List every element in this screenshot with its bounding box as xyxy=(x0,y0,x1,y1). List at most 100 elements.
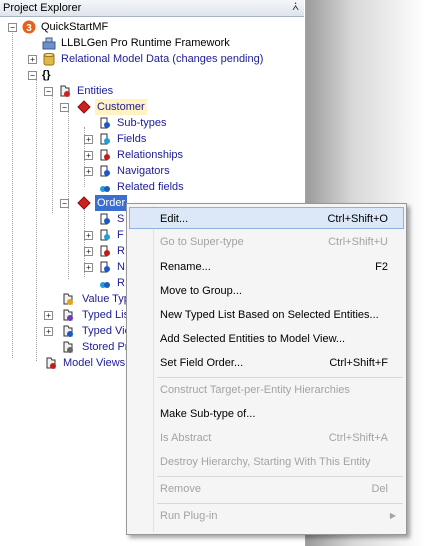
subtypes-icon xyxy=(98,116,112,130)
subtypes-icon xyxy=(98,212,112,226)
menu-item-construct-hierarchies[interactable]: Construct Target-per-Entity Hierarchies xyxy=(129,379,404,401)
expand-icon[interactable]: + xyxy=(84,167,93,176)
menu-item-label: New Typed List Based on Selected Entitie… xyxy=(160,309,379,321)
relationships-icon xyxy=(98,244,112,258)
menu-item-move-to-group[interactable]: Move to Group... xyxy=(129,280,404,302)
relationships-icon xyxy=(98,148,112,162)
collapse-icon[interactable]: − xyxy=(44,87,53,96)
menu-separator xyxy=(157,377,403,378)
navigators-icon xyxy=(98,164,112,178)
database-icon xyxy=(42,52,56,66)
relational-model-label: Relational Model Data (changes pending) xyxy=(61,53,264,65)
tree-node-fields[interactable]: + Fields xyxy=(0,131,300,147)
entities-folder-icon xyxy=(58,84,72,98)
navigators-label: Navigators xyxy=(117,165,170,177)
expand-icon[interactable]: + xyxy=(28,55,37,64)
panel-title: Project Explorer xyxy=(3,2,82,14)
menu-item-run-plugin[interactable]: Run Plug-in ▶ xyxy=(129,505,404,527)
model-views-label: Model Views xyxy=(63,357,126,369)
menu-item-new-typed-list[interactable]: New Typed List Based on Selected Entitie… xyxy=(129,304,404,326)
entities-label: Entities xyxy=(77,85,114,97)
expand-icon[interactable]: + xyxy=(44,311,53,320)
fields-icon xyxy=(98,228,112,242)
tree-node-related-fields[interactable]: Related fields xyxy=(0,179,300,195)
value-types-label: Value Typ xyxy=(82,293,130,305)
menu-item-edit[interactable]: Edit... Ctrl+Shift+O xyxy=(129,207,404,229)
menu-separator xyxy=(157,476,403,477)
order-child-label: N xyxy=(117,261,125,273)
tree-node-subtypes[interactable]: Sub-types xyxy=(0,115,300,131)
expand-icon[interactable]: + xyxy=(44,327,53,336)
expand-icon[interactable]: + xyxy=(84,263,93,272)
menu-item-shortcut: Ctrl+Shift+F xyxy=(329,357,388,369)
panel-titlebar: Project Explorer ⩑ xyxy=(0,0,304,17)
menu-item-label: Rename... xyxy=(160,261,211,273)
subtypes-label: Sub-types xyxy=(117,117,167,129)
order-child-label: S xyxy=(117,213,125,225)
menu-item-remove[interactable]: Remove Del xyxy=(129,478,404,500)
pin-icon[interactable]: ⩑ xyxy=(292,1,299,14)
stored-procedures-label: Stored Pr xyxy=(82,341,129,353)
tree-node-relational-model[interactable]: + Relational Model Data (changes pending… xyxy=(0,51,300,67)
expand-icon[interactable]: + xyxy=(84,151,93,160)
menu-item-label: Remove xyxy=(160,483,201,495)
menu-item-label: Run Plug-in xyxy=(160,510,218,522)
menu-item-set-field-order[interactable]: Set Field Order... Ctrl+Shift+F xyxy=(129,352,404,374)
tree-node-navigators[interactable]: + Navigators xyxy=(0,163,300,179)
expand-icon[interactable]: + xyxy=(84,135,93,144)
menu-item-shortcut: Ctrl+Shift+O xyxy=(327,213,388,225)
typed-lists-label: Typed Lis xyxy=(82,309,130,321)
related-fields-icon xyxy=(98,180,112,194)
svg-text:3: 3 xyxy=(26,23,32,34)
related-fields-label: Related fields xyxy=(117,181,184,193)
menu-item-label: Move to Group... xyxy=(160,285,242,297)
tree-node-relationships[interactable]: + Relationships xyxy=(0,147,300,163)
entity-icon xyxy=(77,196,91,210)
tree-node-root-group[interactable]: − {} xyxy=(0,67,300,83)
stored-procedures-icon xyxy=(61,340,75,354)
framework-icon xyxy=(42,36,56,50)
menu-item-shortcut: Ctrl+Shift+A xyxy=(328,432,388,444)
menu-item-is-abstract[interactable]: Is Abstract Ctrl+Shift+A xyxy=(129,427,404,449)
root-group-label: {} xyxy=(42,69,51,81)
collapse-icon[interactable]: − xyxy=(8,23,17,32)
menu-item-shortcut: Ctrl+Shift+U xyxy=(328,236,388,248)
submenu-arrow-icon: ▶ xyxy=(389,511,396,520)
menu-item-label: Go to Super-type xyxy=(160,236,244,248)
tree-node-project[interactable]: − 3 QuickStartMF xyxy=(0,19,300,35)
collapse-icon[interactable]: − xyxy=(28,71,37,80)
order-child-label: F xyxy=(117,229,124,241)
related-fields-icon xyxy=(98,276,112,290)
menu-item-rename[interactable]: Rename... F2 xyxy=(129,256,404,278)
expand-icon[interactable]: + xyxy=(84,231,93,240)
fields-icon xyxy=(98,132,112,146)
order-child-label: R xyxy=(117,245,125,257)
menu-item-label: Set Field Order... xyxy=(160,357,244,369)
project-icon: 3 xyxy=(22,20,36,34)
tree-node-entities[interactable]: − Entities xyxy=(0,83,300,99)
collapse-icon[interactable]: − xyxy=(60,199,69,208)
tree-node-customer[interactable]: − Customer xyxy=(0,99,300,115)
relationships-label: Relationships xyxy=(117,149,184,161)
menu-item-label: Is Abstract xyxy=(160,432,212,444)
menu-item-add-to-model-view[interactable]: Add Selected Entities to Model View... xyxy=(129,328,404,350)
order-child-label: R xyxy=(117,277,125,289)
navigators-icon xyxy=(98,260,112,274)
typed-lists-icon xyxy=(61,308,75,322)
collapse-icon[interactable]: − xyxy=(60,103,69,112)
typed-views-icon xyxy=(61,324,75,338)
model-views-icon xyxy=(44,356,58,370)
menu-item-label: Construct Target-per-Entity Hierarchies xyxy=(160,384,350,396)
context-menu: Edit... Ctrl+Shift+O Go to Super-type Ct… xyxy=(126,203,407,535)
menu-item-destroy-hierarchy[interactable]: Destroy Hierarchy, Starting With This En… xyxy=(129,451,404,473)
menu-item-shortcut: Del xyxy=(371,483,388,495)
menu-item-make-subtype[interactable]: Make Sub-type of... xyxy=(129,403,404,425)
menu-item-label: Destroy Hierarchy, Starting With This En… xyxy=(160,456,371,468)
menu-separator xyxy=(157,503,403,504)
order-label: Order xyxy=(95,195,128,211)
menu-item-go-to-supertype[interactable]: Go to Super-type Ctrl+Shift+U xyxy=(129,231,404,253)
entity-icon xyxy=(77,100,91,114)
menu-item-label: Edit... xyxy=(160,213,189,225)
expand-icon[interactable]: + xyxy=(84,247,93,256)
tree-node-framework[interactable]: LLBLGen Pro Runtime Framework xyxy=(0,35,300,51)
